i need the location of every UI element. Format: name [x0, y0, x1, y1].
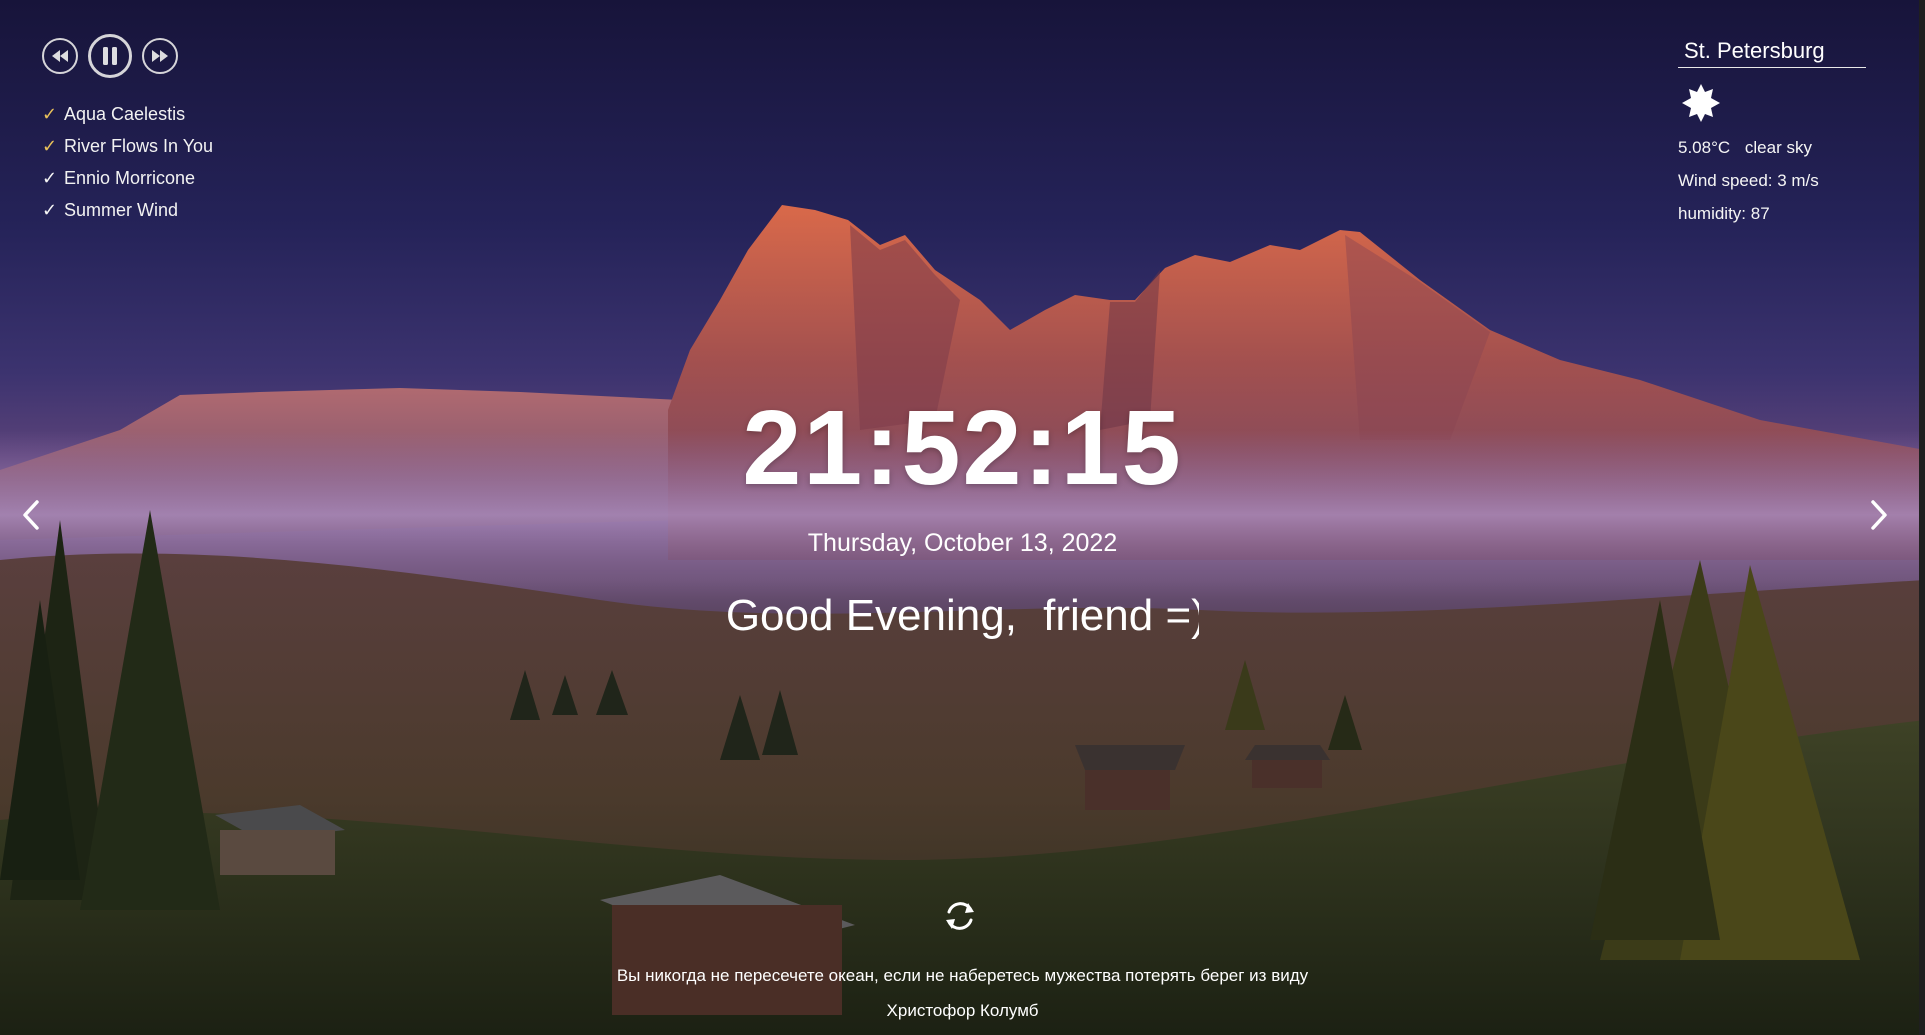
check-icon: ✓ — [42, 103, 58, 124]
check-icon: ✓ — [42, 167, 58, 188]
humidity: humidity: 87 — [1678, 204, 1770, 223]
playlist: ✓ Aqua Caelestis ✓ River Flows In You ✓ … — [42, 98, 213, 226]
wind-speed: Wind speed: 3 m/s — [1678, 171, 1819, 190]
playlist-item[interactable]: ✓ Aqua Caelestis — [42, 98, 213, 130]
temperature: 5.08°C — [1678, 138, 1731, 157]
track-title: Ennio Morricone — [64, 167, 196, 188]
check-icon: ✓ — [42, 199, 58, 220]
track-title: Aqua Caelestis — [64, 103, 186, 124]
pause-icon — [103, 47, 117, 65]
rewind-icon — [52, 50, 68, 62]
city-input[interactable] — [1678, 34, 1866, 68]
playlist-item[interactable]: ✓ Summer Wind — [42, 194, 213, 226]
play-pause-button[interactable] — [88, 34, 132, 78]
check-icon: ✓ — [42, 135, 58, 156]
weather-description: clear sky — [1744, 138, 1812, 157]
change-quote-button[interactable] — [940, 896, 980, 936]
clock-time: 21:52:15 — [742, 389, 1183, 507]
playlist-item[interactable]: ✓ Ennio Morricone — [42, 162, 213, 194]
fast-forward-icon — [152, 50, 168, 62]
weather-widget: 5.08°C clear sky Wind speed: 3 m/s humid… — [1678, 34, 1866, 223]
background-image — [0, 0, 1925, 1035]
quote-text: Вы никогда не пересечете океан, если не … — [616, 966, 1309, 985]
playlist-item[interactable]: ✓ River Flows In You — [42, 130, 213, 162]
name-input[interactable] — [1029, 591, 1200, 641]
quote-author: Христофор Колумб — [886, 1001, 1039, 1020]
clock-date: Thursday, October 13, 2022 — [807, 529, 1118, 557]
track-title: River Flows In You — [64, 135, 214, 156]
landscape-illustration — [0, 205, 1925, 1035]
window-edge — [1919, 0, 1925, 1035]
greeting-container: Good Evening, — [0, 590, 1925, 642]
greeting-text: Good Evening, — [725, 591, 1030, 640]
player-controls — [42, 34, 213, 78]
clear-day-icon — [1682, 84, 1720, 122]
refresh-icon — [946, 902, 974, 930]
track-title: Summer Wind — [64, 199, 179, 220]
previous-track-button[interactable] — [42, 38, 78, 74]
next-track-button[interactable] — [142, 38, 178, 74]
weather-summary: 5.08°C clear sky — [1678, 138, 1866, 157]
audio-player: ✓ Aqua Caelestis ✓ River Flows In You ✓ … — [42, 34, 213, 226]
